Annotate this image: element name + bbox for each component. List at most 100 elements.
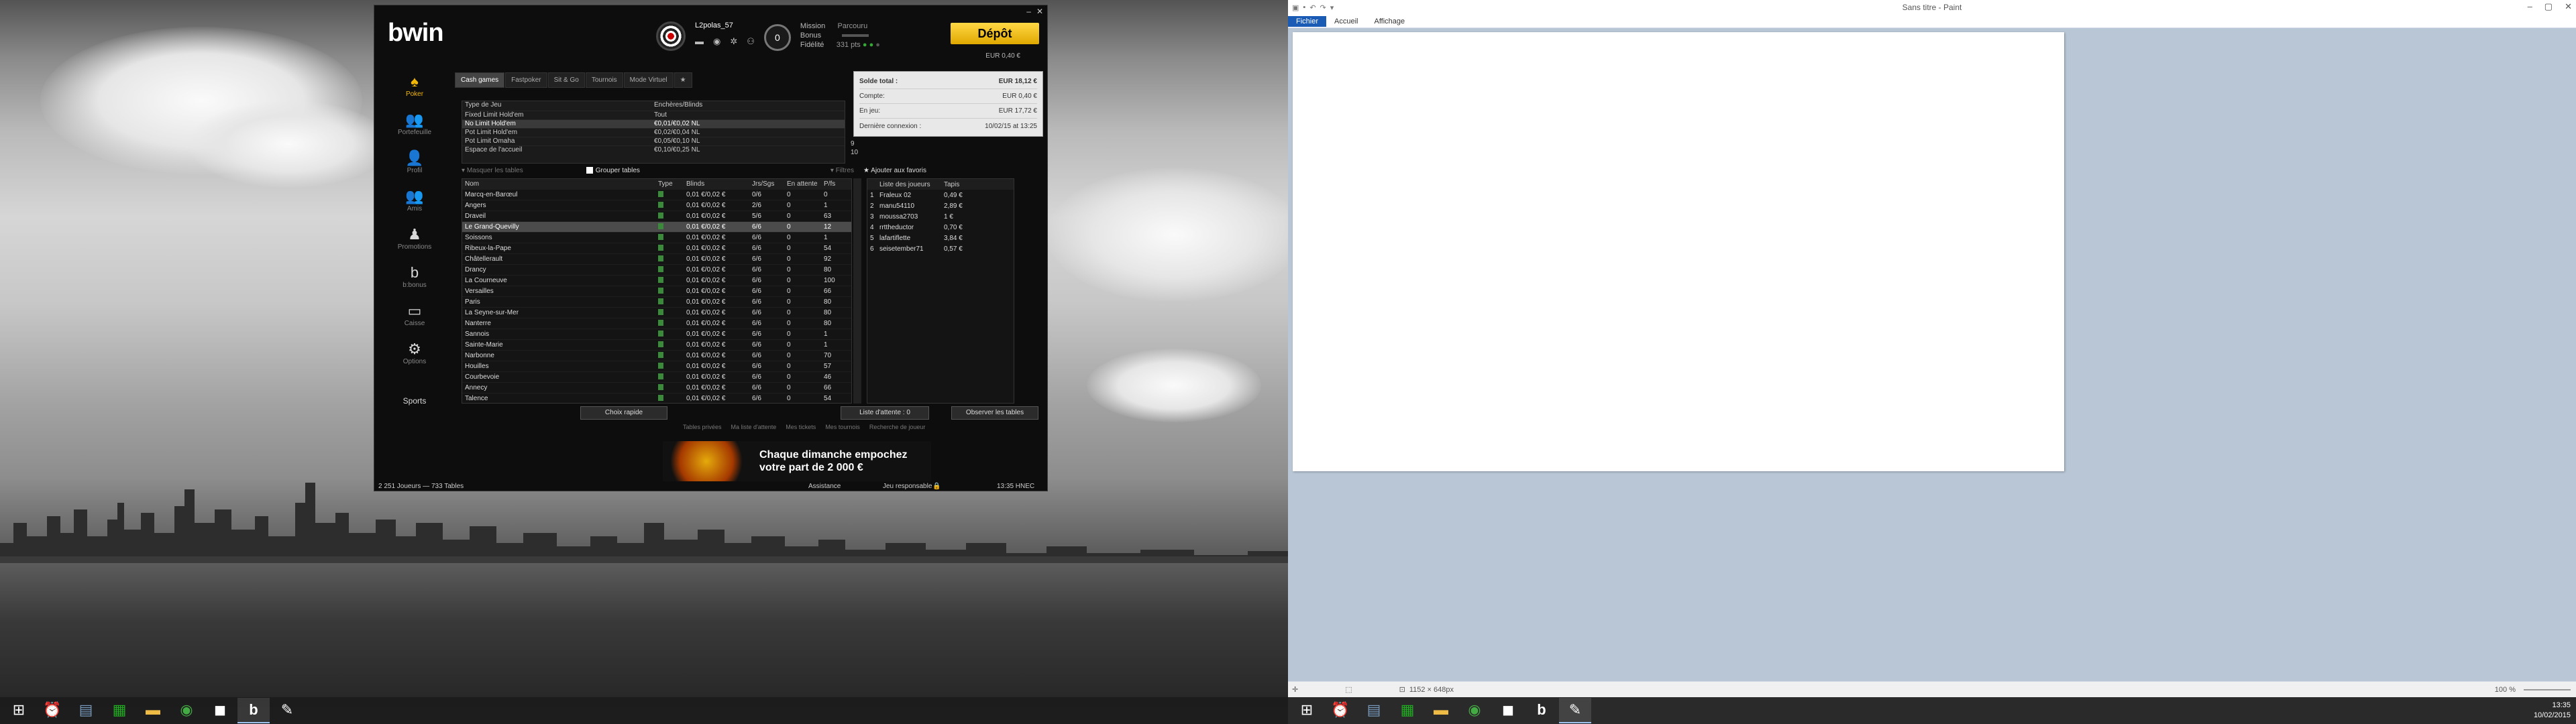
zoom-slider[interactable] (2524, 689, 2571, 690)
group-tables-checkbox[interactable]: Grouper tables (586, 167, 640, 174)
promo-banner[interactable]: Chaque dimanche empochez votre part de 2… (663, 441, 931, 481)
sports-link[interactable]: Sports (374, 396, 455, 406)
table-row[interactable]: Draveil 0,01 €/0,02 € 5/6 0 63 (462, 211, 851, 222)
table-row[interactable]: Talence 0,01 €/0,02 € 6/6 0 54 (462, 394, 851, 403)
observe-tables-button[interactable]: Observer les tables (951, 406, 1038, 420)
table-row[interactable]: Houilles 0,01 €/0,02 € 6/6 0 57 (462, 361, 851, 372)
sidebar-item-1[interactable]: 👥 Portefeuille (374, 107, 455, 145)
table-row[interactable]: La Seyne-sur-Mer 0,01 €/0,02 € 6/6 0 80 (462, 308, 851, 318)
sidebar-item-3[interactable]: 👥 Amis (374, 184, 455, 222)
player-row[interactable]: 2 manu54110 2,89 € (867, 200, 1014, 211)
table-row[interactable]: Sannois 0,01 €/0,02 € 6/6 0 1 (462, 329, 851, 340)
tab-affichage[interactable]: Affichage (1366, 16, 1413, 27)
camera-icon[interactable]: ◼ (204, 698, 236, 723)
filter-row[interactable]: Pot Limit Omaha €0,05/€0,10 NL (462, 137, 845, 145)
bwin-taskbar-icon[interactable]: b (1525, 698, 1558, 723)
notes-icon[interactable]: ▤ (70, 698, 102, 723)
table-row[interactable]: Sainte-Marie 0,01 €/0,02 € 6/6 0 1 (462, 340, 851, 351)
col-jrs[interactable]: Jrs/Sgs (752, 180, 787, 188)
sidebar-item-4[interactable]: ♟ Promotions (374, 222, 455, 260)
tab-5[interactable]: ★ (674, 72, 692, 88)
waitlist-button[interactable]: Liste d'attente : 0 (841, 406, 929, 420)
sidebar-item-0[interactable]: ♠ Poker (374, 69, 455, 107)
table-row[interactable]: Le Grand-Quevilly 0,01 €/0,02 € 6/6 0 12 (462, 222, 851, 233)
sidebar-item-5[interactable]: b b:bonus (374, 260, 455, 298)
paint-icon[interactable]: ✎ (1559, 698, 1591, 723)
player-row[interactable]: 6 seisetember71 0,57 € (867, 243, 1014, 254)
close-icon[interactable]: ✕ (1036, 7, 1043, 16)
player-row[interactable]: 5 lafartiflette 3,84 € (867, 233, 1014, 243)
people-icon[interactable]: ⚇ (747, 36, 755, 47)
sidebar-item-2[interactable]: 👤 Profil (374, 145, 455, 184)
folder-icon[interactable]: ▬ (1425, 698, 1457, 723)
deposit-button[interactable]: Dépôt (951, 23, 1039, 44)
excel-icon[interactable]: ▦ (1391, 698, 1424, 723)
close-icon[interactable]: ✕ (2565, 1, 2572, 12)
table-row[interactable]: Marcq-en-Barœul 0,01 €/0,02 € 0/6 0 0 (462, 190, 851, 200)
alarm-icon[interactable]: ⏰ (36, 698, 68, 723)
tab-accueil[interactable]: Accueil (1326, 16, 1366, 27)
add-favorites-button[interactable]: ★ Ajouter aux favoris (863, 167, 926, 174)
tab-4[interactable]: Mode Virtuel (623, 72, 674, 88)
lobby-link-3[interactable]: Mes tournois (825, 424, 860, 430)
table-row[interactable]: Versailles 0,01 €/0,02 € 6/6 0 66 (462, 286, 851, 297)
notes-icon[interactable]: ▤ (1358, 698, 1390, 723)
filters-button[interactable]: ▾ Filtres (830, 167, 854, 174)
assistance-link[interactable]: Assistance (808, 483, 841, 490)
quick-seat-button[interactable]: Choix rapide (580, 406, 667, 420)
player-row[interactable]: 1 Fraleux 02 0,49 € (867, 190, 1014, 200)
sidebar-item-7[interactable]: ⚙ Options (374, 337, 455, 375)
table-row[interactable]: Drancy 0,01 €/0,02 € 6/6 0 80 (462, 265, 851, 276)
chrome-icon[interactable]: ◉ (170, 698, 203, 723)
lobby-link-4[interactable]: Recherche de joueur (869, 424, 926, 430)
chrome-icon[interactable]: ◉ (1458, 698, 1491, 723)
col-attente[interactable]: En attente (787, 180, 824, 188)
paint-icon[interactable]: ✎ (271, 698, 303, 723)
filter-row[interactable]: Pot Limit Hold'em €0,02/€0,04 NL (462, 128, 845, 137)
lobby-link-1[interactable]: Ma liste d'attente (731, 424, 777, 430)
hide-tables-toggle[interactable]: ▾ Masquer les tables (462, 167, 523, 174)
tab-0[interactable]: Cash games (455, 72, 505, 88)
tab-2[interactable]: Sit & Go (547, 72, 585, 88)
start-icon[interactable]: ⊞ (1291, 698, 1323, 723)
globe-icon[interactable]: ◉ (713, 36, 720, 47)
table-row[interactable]: Nanterre 0,01 €/0,02 € 6/6 0 80 (462, 318, 851, 329)
table-row[interactable]: Annecy 0,01 €/0,02 € 6/6 0 66 (462, 383, 851, 394)
player-row[interactable]: 4 rrttheductor 0,70 € (867, 222, 1014, 233)
table-row[interactable]: Châtellerault 0,01 €/0,02 € 6/6 0 92 (462, 254, 851, 265)
excel-icon[interactable]: ▦ (103, 698, 136, 723)
col-type[interactable]: Type (658, 180, 686, 188)
camera-icon[interactable]: ◼ (1492, 698, 1524, 723)
minimize-icon[interactable]: – (1026, 7, 1031, 16)
lobby-link-0[interactable]: Tables privées (683, 424, 722, 430)
table-row[interactable]: Angers 0,01 €/0,02 € 2/6 0 1 (462, 200, 851, 211)
player-row[interactable]: 3 moussa2703 1 € (867, 211, 1014, 222)
tab-1[interactable]: Fastpoker (505, 72, 547, 88)
table-row[interactable]: Paris 0,01 €/0,02 € 6/6 0 80 (462, 297, 851, 308)
table-row[interactable]: Narbonne 0,01 €/0,02 € 6/6 0 70 (462, 351, 851, 361)
filter-row[interactable]: Espace de l'accueil €0,10/€0,25 NL (462, 145, 845, 154)
col-nom[interactable]: Nom (462, 180, 658, 188)
settings-icon[interactable]: ✲ (730, 36, 737, 47)
folder-icon[interactable]: ▬ (137, 698, 169, 723)
table-row[interactable]: Ribeux-la-Pape 0,01 €/0,02 € 6/6 0 54 (462, 243, 851, 254)
filter-row[interactable]: Fixed Limit Hold'em Tout (462, 111, 845, 119)
bwin-taskbar-icon[interactable]: b (237, 698, 270, 723)
chat-icon[interactable]: ▬ (695, 36, 704, 47)
tables-scrollbar[interactable] (853, 178, 861, 404)
tab-3[interactable]: Tournois (585, 72, 623, 88)
paint-canvas[interactable] (1293, 32, 2064, 471)
lobby-link-2[interactable]: Mes tickets (786, 424, 816, 430)
maximize-icon[interactable]: ▢ (2544, 1, 2553, 12)
table-row[interactable]: La Courneuve 0,01 €/0,02 € 6/6 0 100 (462, 276, 851, 286)
minimize-icon[interactable]: – (2528, 1, 2532, 12)
col-pf[interactable]: P/fs (824, 180, 851, 188)
alarm-icon[interactable]: ⏰ (1324, 698, 1356, 723)
sidebar-item-6[interactable]: ▭ Caisse (374, 298, 455, 337)
start-icon[interactable]: ⊞ (3, 698, 35, 723)
filter-row[interactable]: No Limit Hold'em €0,01/€0,02 NL (462, 119, 845, 128)
tab-fichier[interactable]: Fichier (1288, 15, 1327, 27)
table-row[interactable]: Soissons 0,01 €/0,02 € 6/6 0 1 (462, 233, 851, 243)
col-blinds[interactable]: Blinds (686, 180, 752, 188)
responsible-link[interactable]: Jeu responsable (883, 483, 932, 490)
